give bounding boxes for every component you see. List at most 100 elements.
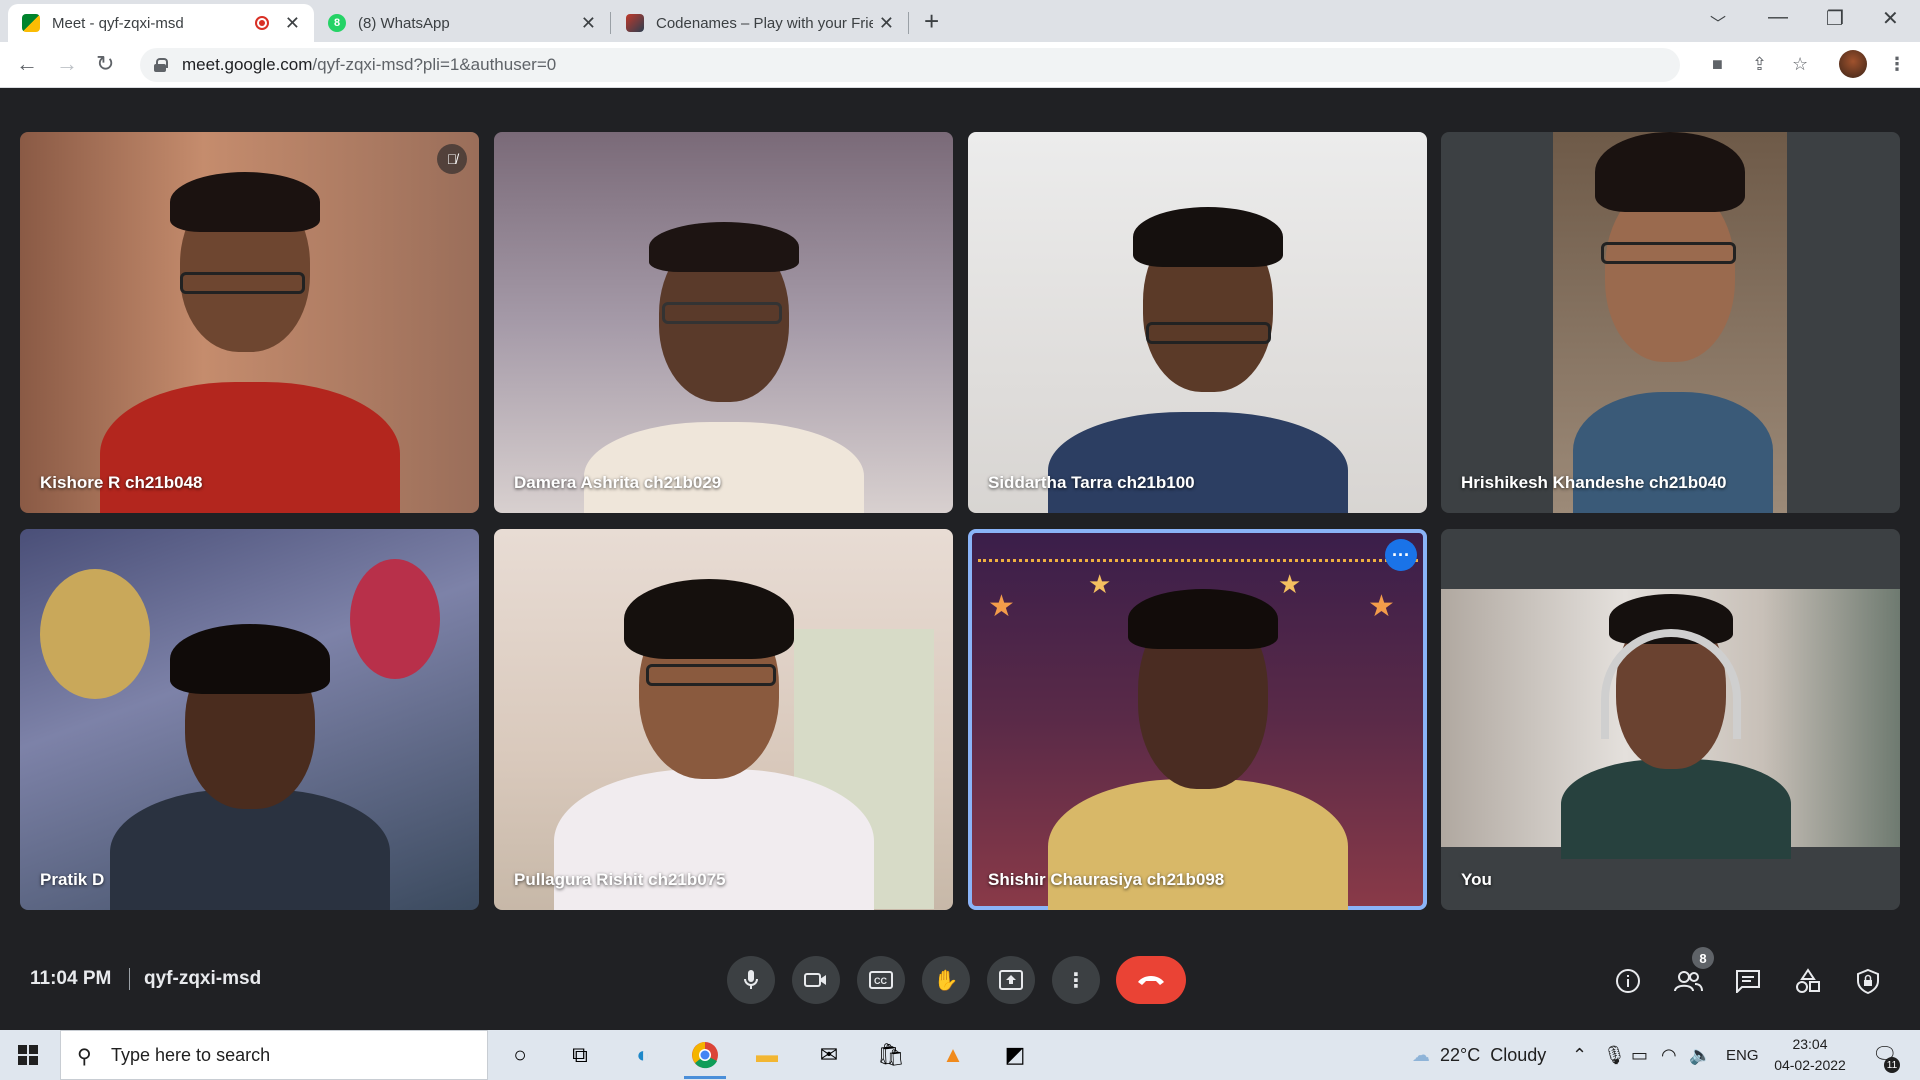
- participant-tile-active-speaker[interactable]: ★ ★ ★ ★ ··· Shishir Chaurasiya ch21b098: [968, 529, 1427, 910]
- minimize-icon[interactable]: —: [1768, 6, 1788, 29]
- raise-hand-button[interactable]: ✋: [922, 956, 970, 1004]
- muted-mic-icon: 🎙̸: [437, 144, 467, 174]
- volume-icon[interactable]: 🔈: [1689, 1030, 1711, 1080]
- participant-name: Pratik D: [40, 870, 105, 889]
- tab-divider: [908, 12, 909, 34]
- leave-call-button[interactable]: [1116, 956, 1186, 1004]
- meet-control-bar: 11:04 PM qyf-zqxi-msd CC ✋ ⋮ 8: [0, 920, 1920, 1030]
- forward-arrow-icon[interactable]: →: [56, 51, 78, 77]
- end-call-icon: [1138, 976, 1164, 985]
- info-icon: [1616, 969, 1640, 993]
- restore-icon[interactable]: ❐: [1826, 6, 1844, 31]
- codenames-icon: [626, 14, 644, 32]
- participant-tile[interactable]: Hrishikesh Khandeshe ch21b040: [1441, 132, 1900, 513]
- self-video: [1441, 589, 1900, 859]
- microsoft-store-icon[interactable]: 🛍: [876, 1040, 906, 1070]
- more-options-icon[interactable]: ···: [1385, 539, 1417, 571]
- edge-browser-icon[interactable]: ◐: [628, 1040, 658, 1070]
- sticky-notes-icon[interactable]: ◩: [1000, 1040, 1030, 1070]
- taskbar-clock[interactable]: 23:04 04-02-2022: [1770, 1034, 1850, 1076]
- participant-name: Hrishikesh Khandeshe ch21b040: [1461, 473, 1727, 492]
- share-icon[interactable]: ⇪: [1752, 54, 1767, 75]
- participant-tile-self[interactable]: You: [1441, 529, 1900, 910]
- close-window-icon[interactable]: ✕: [1882, 6, 1899, 31]
- divider: [129, 968, 130, 990]
- url-host: meet.google.com: [182, 55, 313, 74]
- search-placeholder: Type here to search: [111, 1044, 271, 1065]
- cloud-icon: ☁: [1412, 1044, 1430, 1065]
- participant-tile[interactable]: Damera Ashrita ch21b029: [494, 132, 953, 513]
- participant-tile[interactable]: Siddartha Tarra ch21b100: [968, 132, 1427, 513]
- shield-lock-icon: [1857, 968, 1879, 994]
- bookmark-star-icon[interactable]: ☆: [1792, 54, 1808, 75]
- cortana-icon[interactable]: ○: [505, 1040, 535, 1070]
- chrome-browser-icon[interactable]: [684, 1040, 726, 1079]
- meeting-code: qyf-zqxi-msd: [144, 968, 262, 989]
- browser-menu-icon[interactable]: ⋮: [1888, 54, 1906, 75]
- activities-button[interactable]: [1791, 964, 1825, 998]
- close-tab-icon[interactable]: ✕: [285, 13, 300, 34]
- wifi-icon[interactable]: ◠: [1661, 1030, 1677, 1080]
- notification-count-badge: 11: [1884, 1057, 1900, 1073]
- microphone-tray-icon[interactable]: 🎙: [1603, 1030, 1626, 1080]
- participant-name: Damera Ashrita ch21b029: [514, 473, 722, 492]
- file-explorer-icon[interactable]: ▬: [752, 1040, 782, 1070]
- participant-tile[interactable]: 🎙̸ Kishore R ch21b048: [20, 132, 479, 513]
- close-tab-icon[interactable]: ✕: [581, 13, 596, 34]
- present-screen-button[interactable]: [987, 956, 1035, 1004]
- lock-icon: [154, 58, 168, 72]
- hand-icon: ✋: [933, 969, 959, 992]
- microphone-button[interactable]: [727, 956, 775, 1004]
- task-view-icon[interactable]: ⧉: [565, 1040, 595, 1070]
- vlc-icon[interactable]: ▲: [938, 1040, 968, 1070]
- chat-button[interactable]: [1731, 964, 1765, 998]
- more-options-button[interactable]: ⋮: [1052, 956, 1100, 1004]
- battery-icon[interactable]: ▭: [1631, 1030, 1648, 1080]
- people-button[interactable]: [1671, 964, 1705, 998]
- windows-start-icon[interactable]: [18, 1045, 38, 1065]
- profile-avatar[interactable]: [1839, 50, 1867, 78]
- people-count-badge: 8: [1692, 947, 1714, 969]
- weather-widget[interactable]: ☁ 22°C Cloudy: [1412, 1030, 1546, 1080]
- close-tab-icon[interactable]: ✕: [879, 13, 894, 34]
- camera-in-use-icon[interactable]: ■: [1712, 54, 1723, 75]
- meeting-clock: 11:04 PM: [30, 968, 112, 989]
- captions-button[interactable]: CC: [857, 956, 905, 1004]
- whatsapp-icon: 8: [328, 14, 346, 32]
- taskbar-search-box[interactable]: ⚲ Type here to search: [60, 1030, 488, 1080]
- camera-button[interactable]: [792, 956, 840, 1004]
- search-icon: ⚲: [77, 1046, 92, 1068]
- tab-codenames[interactable]: Codenames – Play with your Frie ✕: [612, 4, 908, 42]
- meeting-details-button[interactable]: [1611, 964, 1645, 998]
- google-meet-icon: [22, 14, 40, 32]
- participant-video: [1553, 132, 1787, 513]
- tab-meet[interactable]: Meet - qyf-zqxi-msd ✕: [8, 4, 314, 42]
- browser-toolbar: ← → ↻ meet.google.com/qyf-zqxi-msd?pli=1…: [0, 42, 1920, 88]
- mail-icon[interactable]: ✉: [814, 1040, 844, 1070]
- url-path: /qyf-zqxi-msd?pli=1&authuser=0: [312, 55, 557, 74]
- show-hidden-icons-chevron-icon[interactable]: ⌃: [1572, 1030, 1587, 1080]
- chat-icon: [1736, 970, 1760, 993]
- camera-icon: [804, 973, 826, 987]
- participant-tile[interactable]: Pratik D: [20, 529, 479, 910]
- tab-divider: [610, 12, 611, 34]
- participant-name: You: [1461, 870, 1492, 889]
- activities-shapes-icon: [1796, 968, 1820, 993]
- clock-date: 04-02-2022: [1774, 1057, 1846, 1073]
- participant-name: Shishir Chaurasiya ch21b098: [988, 870, 1225, 889]
- weather-text: 22°C Cloudy: [1440, 1044, 1547, 1065]
- new-tab-button[interactable]: +: [924, 6, 939, 37]
- host-controls-button[interactable]: [1851, 964, 1885, 998]
- present-screen-icon: [999, 970, 1023, 990]
- more-vert-icon: ⋮: [1066, 969, 1086, 992]
- tab-search-chevron-icon[interactable]: ﹀: [1710, 10, 1726, 34]
- address-bar[interactable]: meet.google.com/qyf-zqxi-msd?pli=1&authu…: [140, 48, 1680, 82]
- language-indicator[interactable]: ENG: [1726, 1030, 1759, 1080]
- recording-indicator-icon: [254, 16, 269, 30]
- svg-text:CC: CC: [874, 976, 887, 986]
- tab-codenames-title: Codenames – Play with your Frie: [656, 14, 873, 32]
- back-arrow-icon[interactable]: ←: [16, 51, 38, 77]
- reload-icon[interactable]: ↻: [96, 51, 114, 77]
- participant-tile[interactable]: Pullagura Rishit ch21b075: [494, 529, 953, 910]
- tab-whatsapp[interactable]: 8 (8) WhatsApp ✕: [314, 4, 610, 42]
